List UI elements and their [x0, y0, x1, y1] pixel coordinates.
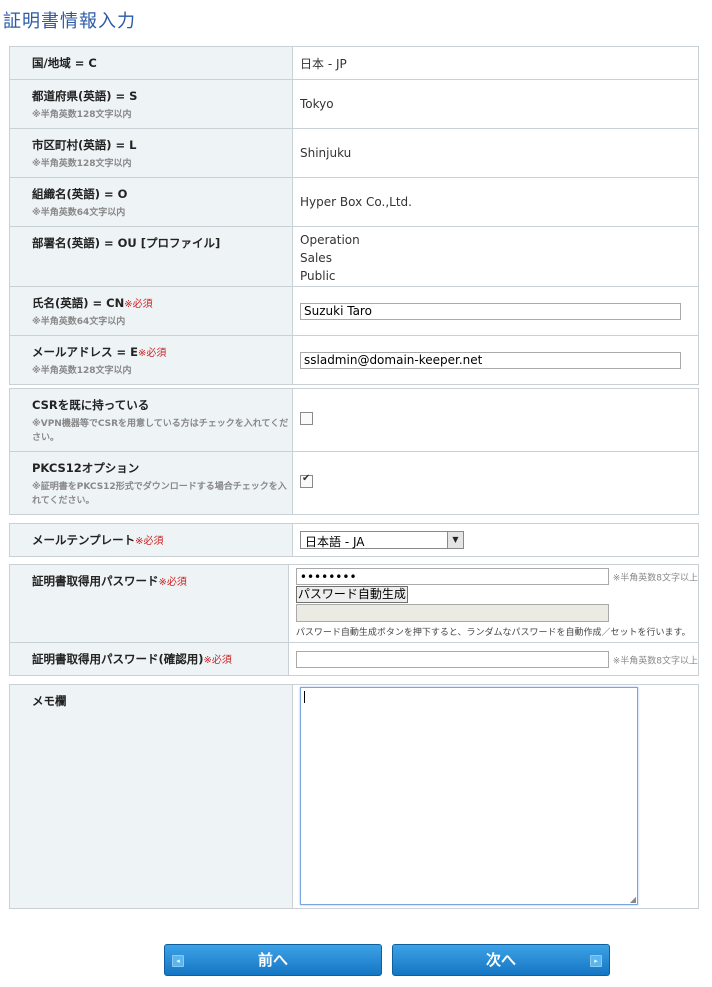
email-input[interactable]	[300, 351, 681, 369]
confirm-label: 証明書取得用パスワード(確認用)	[32, 652, 204, 666]
pkcs-checkbox[interactable]	[300, 473, 313, 488]
csr-checkbox[interactable]	[300, 412, 313, 425]
email-label: メールアドレス = E	[32, 345, 138, 359]
city-note: ※半角英数128文字以内	[32, 159, 132, 169]
ou-value-item: Sales	[300, 251, 332, 265]
template-select-value: 日本語 - JA	[305, 535, 365, 549]
country-label: 国/地域 = C	[9, 46, 293, 80]
generate-password-button[interactable]: パスワード自動生成	[295, 586, 408, 603]
options-table: CSRを既に持っている ※VPN機器等でCSRを用意している方はチェックを入れて…	[9, 388, 699, 515]
name-note: ※半角英数64文字以内	[32, 317, 126, 327]
password-hint: ※半角英数8文字以上	[612, 573, 698, 584]
memo-table: メモ欄 ◢	[9, 684, 699, 909]
generate-password-note: パスワード自動生成ボタンを押下すると、ランダムなパスワードを自動作成／セットを行…	[295, 628, 691, 638]
name-label: 氏名(英語) = CN	[32, 296, 125, 310]
state-value: Tokyo	[292, 79, 699, 129]
password-table: 証明書取得用パスワード※必須 ※半角英数8文字以上 パスワード自動生成 パスワー…	[9, 564, 700, 676]
pkcs-note: ※証明書をPKCS12形式でダウンロードする場合チェックを入れてください。	[32, 482, 287, 506]
template-table: メールテンプレート※必須 日本語 - JA ▼	[9, 523, 699, 557]
csr-label: CSRを既に持っている	[32, 398, 150, 412]
org-note: ※半角英数64文字以内	[32, 208, 126, 218]
template-required-mark: ※必須	[135, 536, 164, 547]
city-label-cell: 市区町村(英語) = L ※半角英数128文字以内	[9, 128, 293, 178]
page-title: 証明書情報入力	[3, 11, 136, 32]
template-label: メールテンプレート	[32, 533, 136, 547]
city-value: Shinjuku	[292, 128, 699, 178]
confirm-password-hint: ※半角英数8文字以上	[612, 656, 698, 666]
email-note: ※半角英数128文字以内	[32, 366, 132, 376]
confirm-required-mark: ※必須	[203, 655, 232, 666]
confirm-label-cell: 証明書取得用パスワード(確認用)※必須	[9, 642, 289, 676]
csr-note: ※VPN機器等でCSRを用意している方はチェックを入れてください。	[32, 419, 289, 443]
confirm-password-input[interactable]	[295, 650, 609, 668]
prev-arrow-icon: ◂	[172, 955, 184, 967]
subject-info-table: 国/地域 = C 日本 - JP 都道府県(英語) = S ※半角英数128文字…	[9, 46, 699, 385]
password-label: 証明書取得用パスワード	[32, 574, 159, 588]
dropdown-arrow-icon[interactable]: ▼	[447, 532, 463, 548]
password-label-cell: 証明書取得用パスワード※必須	[9, 564, 289, 643]
state-label: 都道府県(英語) = S	[32, 89, 138, 103]
name-input[interactable]	[300, 302, 681, 320]
pkcs-label: PKCS12オプション	[32, 461, 140, 475]
email-label-cell: メールアドレス = E※必須 ※半角英数128文字以内	[9, 335, 293, 385]
ou-value-item: Operation	[300, 233, 360, 247]
csr-label-cell: CSRを既に持っている ※VPN機器等でCSRを用意している方はチェックを入れて…	[9, 388, 293, 452]
next-arrow-icon: ▸	[590, 955, 602, 967]
prev-button[interactable]: ◂ 前へ	[164, 944, 382, 976]
state-note: ※半角英数128文字以内	[32, 110, 132, 120]
ou-values: Operation Sales Public	[292, 226, 699, 287]
name-label-cell: 氏名(英語) = CN※必須 ※半角英数64文字以内	[9, 286, 293, 336]
org-label-cell: 組織名(英語) = O ※半角英数64文字以内	[9, 177, 293, 227]
org-label: 組織名(英語) = O	[32, 187, 128, 201]
name-required-mark: ※必須	[124, 299, 153, 310]
email-required-mark: ※必須	[138, 348, 167, 359]
memo-textarea[interactable]: ◢	[300, 687, 638, 905]
password-required-mark: ※必須	[158, 577, 187, 588]
pkcs-label-cell: PKCS12オプション ※証明書をPKCS12形式でダウンロードする場合チェック…	[9, 451, 293, 515]
template-select[interactable]: 日本語 - JA ▼	[300, 531, 464, 549]
next-button[interactable]: 次へ ▸	[392, 944, 610, 976]
password-input[interactable]	[295, 568, 609, 585]
memo-label: メモ欄	[9, 684, 293, 909]
ou-value-item: Public	[300, 269, 336, 283]
next-button-label: 次へ	[485, 951, 516, 969]
state-label-cell: 都道府県(英語) = S ※半角英数128文字以内	[9, 79, 293, 129]
resize-handle-icon[interactable]: ◢	[630, 895, 636, 904]
template-label-cell: メールテンプレート※必須	[9, 523, 293, 557]
prev-button-label: 前へ	[257, 951, 288, 969]
generated-password-field[interactable]	[295, 604, 609, 622]
country-value: 日本 - JP	[292, 46, 699, 80]
city-label: 市区町村(英語) = L	[32, 138, 137, 152]
text-cursor	[304, 691, 305, 703]
org-value: Hyper Box Co.,Ltd.	[292, 177, 699, 227]
ou-label: 部署名(英語) = OU [プロファイル]	[9, 226, 293, 287]
